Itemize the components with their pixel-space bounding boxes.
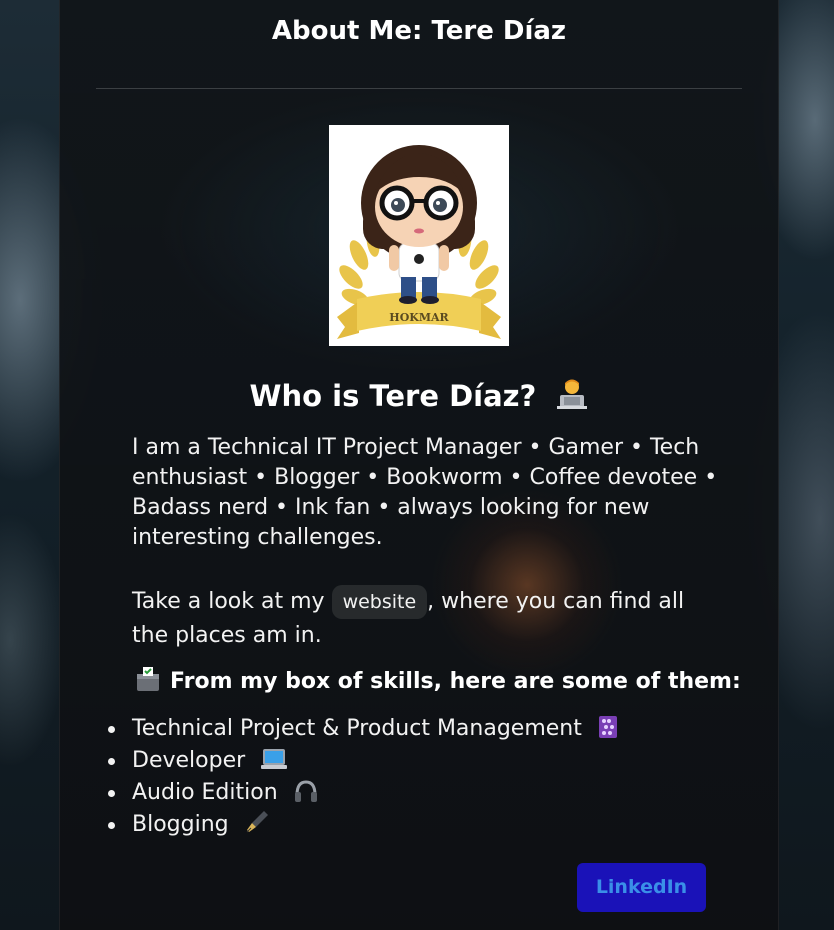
section-title: Who is Tere Díaz? (60, 378, 778, 417)
skills-heading: From my box of skills, here are some of … (134, 666, 741, 694)
headphones-icon (293, 779, 319, 813)
section-title-text: Who is Tere Díaz? (249, 379, 537, 413)
skill-label: Technical Project & Product Management (132, 716, 582, 741)
website-prefix: Take a look at my (132, 589, 325, 614)
list-item: Developer (101, 745, 619, 777)
list-item: Blogging (101, 809, 619, 841)
list-bullet (108, 726, 115, 733)
intro-paragraph: I am a Technical IT Project Manager • Ga… (132, 435, 718, 550)
skills-heading-text: From my box of skills, here are some of … (170, 669, 741, 694)
avatar-image: HOKMAR (329, 125, 509, 346)
profile-card: About Me: Tere Díaz HOKMAR Who is Tere D… (59, 0, 779, 930)
divider (96, 88, 742, 89)
list-bullet (108, 822, 115, 829)
linkedin-button[interactable]: LinkedIn (577, 863, 706, 912)
abacus-icon (597, 715, 619, 749)
skill-label: Blogging (132, 812, 229, 837)
intro-content: I am a Technical IT Project Manager • Ga… (132, 433, 722, 653)
skill-label: Audio Edition (132, 780, 278, 805)
ballot-box-icon (134, 666, 162, 692)
technologist-emoji-icon (555, 378, 589, 417)
list-bullet (108, 758, 115, 765)
fountain-pen-icon (244, 809, 270, 845)
page-title: About Me: Tere Díaz (271, 16, 567, 46)
list-item: Audio Edition (101, 777, 619, 809)
skills-list: Technical Project & Product Management D… (101, 713, 619, 841)
skill-label: Developer (132, 748, 246, 773)
list-bullet (108, 790, 115, 797)
list-item: Technical Project & Product Management (101, 713, 619, 745)
website-paragraph: Take a look at my website, where you can… (132, 585, 722, 653)
avatar-banner-text: HOKMAR (389, 311, 449, 324)
website-link[interactable]: website (331, 585, 428, 619)
